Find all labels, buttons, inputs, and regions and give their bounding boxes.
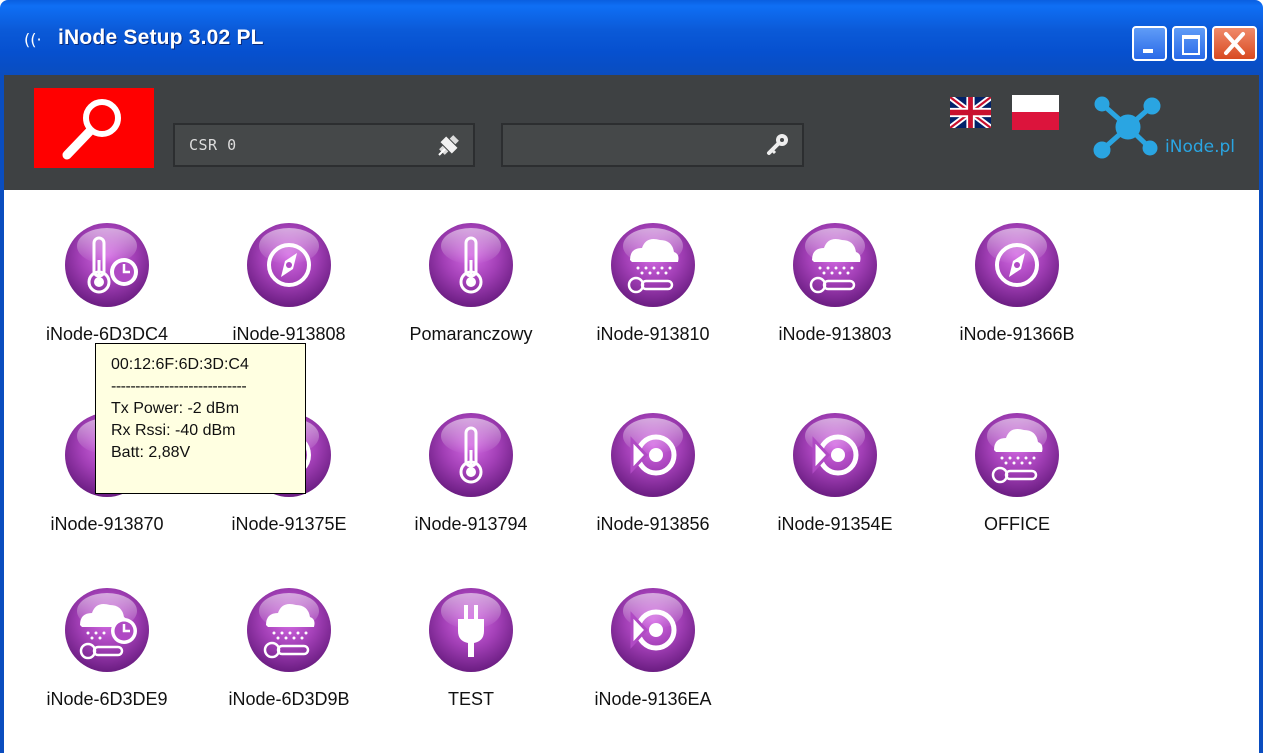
window-border-right [1259,190,1263,753]
rain-thermometer-icon [611,223,695,307]
device-name: iNode-913794 [414,514,528,534]
key-icon [767,134,788,155]
title-bar: ((· iNode Setup 3.02 PL [0,0,1263,75]
compass-icon [247,223,331,307]
device-item[interactable]: OFFICE [927,410,1107,560]
plug-icon [429,588,513,672]
device-name: iNode-913810 [596,324,710,344]
window-border-left [0,190,4,753]
tooltip-battery: Batt: 2,88V [111,444,191,461]
device-name: iNode-6D3D9B [228,689,350,709]
magnifier-icon [62,99,121,160]
beacon-icon [611,588,695,672]
device-name: iNode-913808 [232,324,346,344]
device-item[interactable]: iNode-6D3DE9 [17,585,197,735]
adapter-field[interactable]: CSR 0 [173,123,475,167]
brand-name: iNode.pl [1165,137,1236,157]
device-name: OFFICE [984,514,1050,534]
rain-clock-icon [65,588,149,672]
compass-icon [975,223,1059,307]
beacon-icon [793,413,877,497]
inode-logo-icon [1093,96,1161,159]
close-icon [1224,32,1245,55]
tooltip-mac: 00:12:6F:6D:3D:C4 [111,356,249,373]
device-name: iNode-6D3DC4 [45,324,169,344]
device-name: iNode-913870 [50,514,164,534]
rain-thermometer-icon [247,588,331,672]
maximize-button[interactable] [1172,26,1207,61]
device-item[interactable]: iNode-9136EA [563,585,743,735]
polish-flag-icon[interactable] [1012,95,1059,130]
device-item[interactable]: iNode-913794 [381,410,561,560]
minimize-button[interactable] [1132,26,1167,61]
window-title: iNode Setup 3.02 PL [58,26,264,49]
satellite-icon[interactable] [435,131,463,159]
temperature-clock-icon [65,223,149,307]
filter-input[interactable] [511,131,755,161]
device-item[interactable]: iNode-91366B [927,220,1107,370]
device-item[interactable]: TEST [381,585,561,735]
device-item[interactable]: iNode-913856 [563,410,743,560]
device-name: iNode-913856 [596,514,710,534]
device-name: iNode-6D3DE9 [46,689,168,709]
filter-field[interactable] [501,123,804,167]
device-item[interactable]: iNode-913810 [563,220,743,370]
adapter-value: CSR 0 [189,136,237,154]
tooltip-tx-power: Tx Power: -2 dBm [111,400,240,417]
thermometer-icon [429,223,513,307]
device-name: iNode-91366B [959,324,1075,344]
device-name: iNode-91354E [777,514,893,534]
device-name: iNode-913803 [778,324,892,344]
device-item[interactable]: iNode-6D3D9B [199,585,379,735]
close-button[interactable] [1212,26,1257,61]
device-item[interactable]: iNode-91354E [745,410,925,560]
device-tooltip: 00:12:6F:6D:3D:C4 ----------------------… [95,343,306,494]
thermometer-icon [429,413,513,497]
rain-thermometer-icon [793,223,877,307]
device-name: iNode-9136EA [594,689,712,709]
beacon-icon [611,413,695,497]
device-name: Pomaranczowy [409,324,533,344]
device-item[interactable]: iNode-913803 [745,220,925,370]
toolbar: CSR 0 [0,75,1263,190]
tooltip-rx-rssi: Rx Rssi: -40 dBm [111,422,236,439]
tooltip-separator: ---------------------------- [111,378,247,395]
device-name: iNode-91375E [231,514,347,534]
rain-thermometer-icon [975,413,1059,497]
device-item[interactable]: Pomaranczowy [381,220,561,370]
app-icon: ((· [24,30,42,49]
device-name: TEST [447,689,494,709]
english-flag-icon[interactable] [950,97,991,128]
scan-button[interactable] [34,88,154,168]
